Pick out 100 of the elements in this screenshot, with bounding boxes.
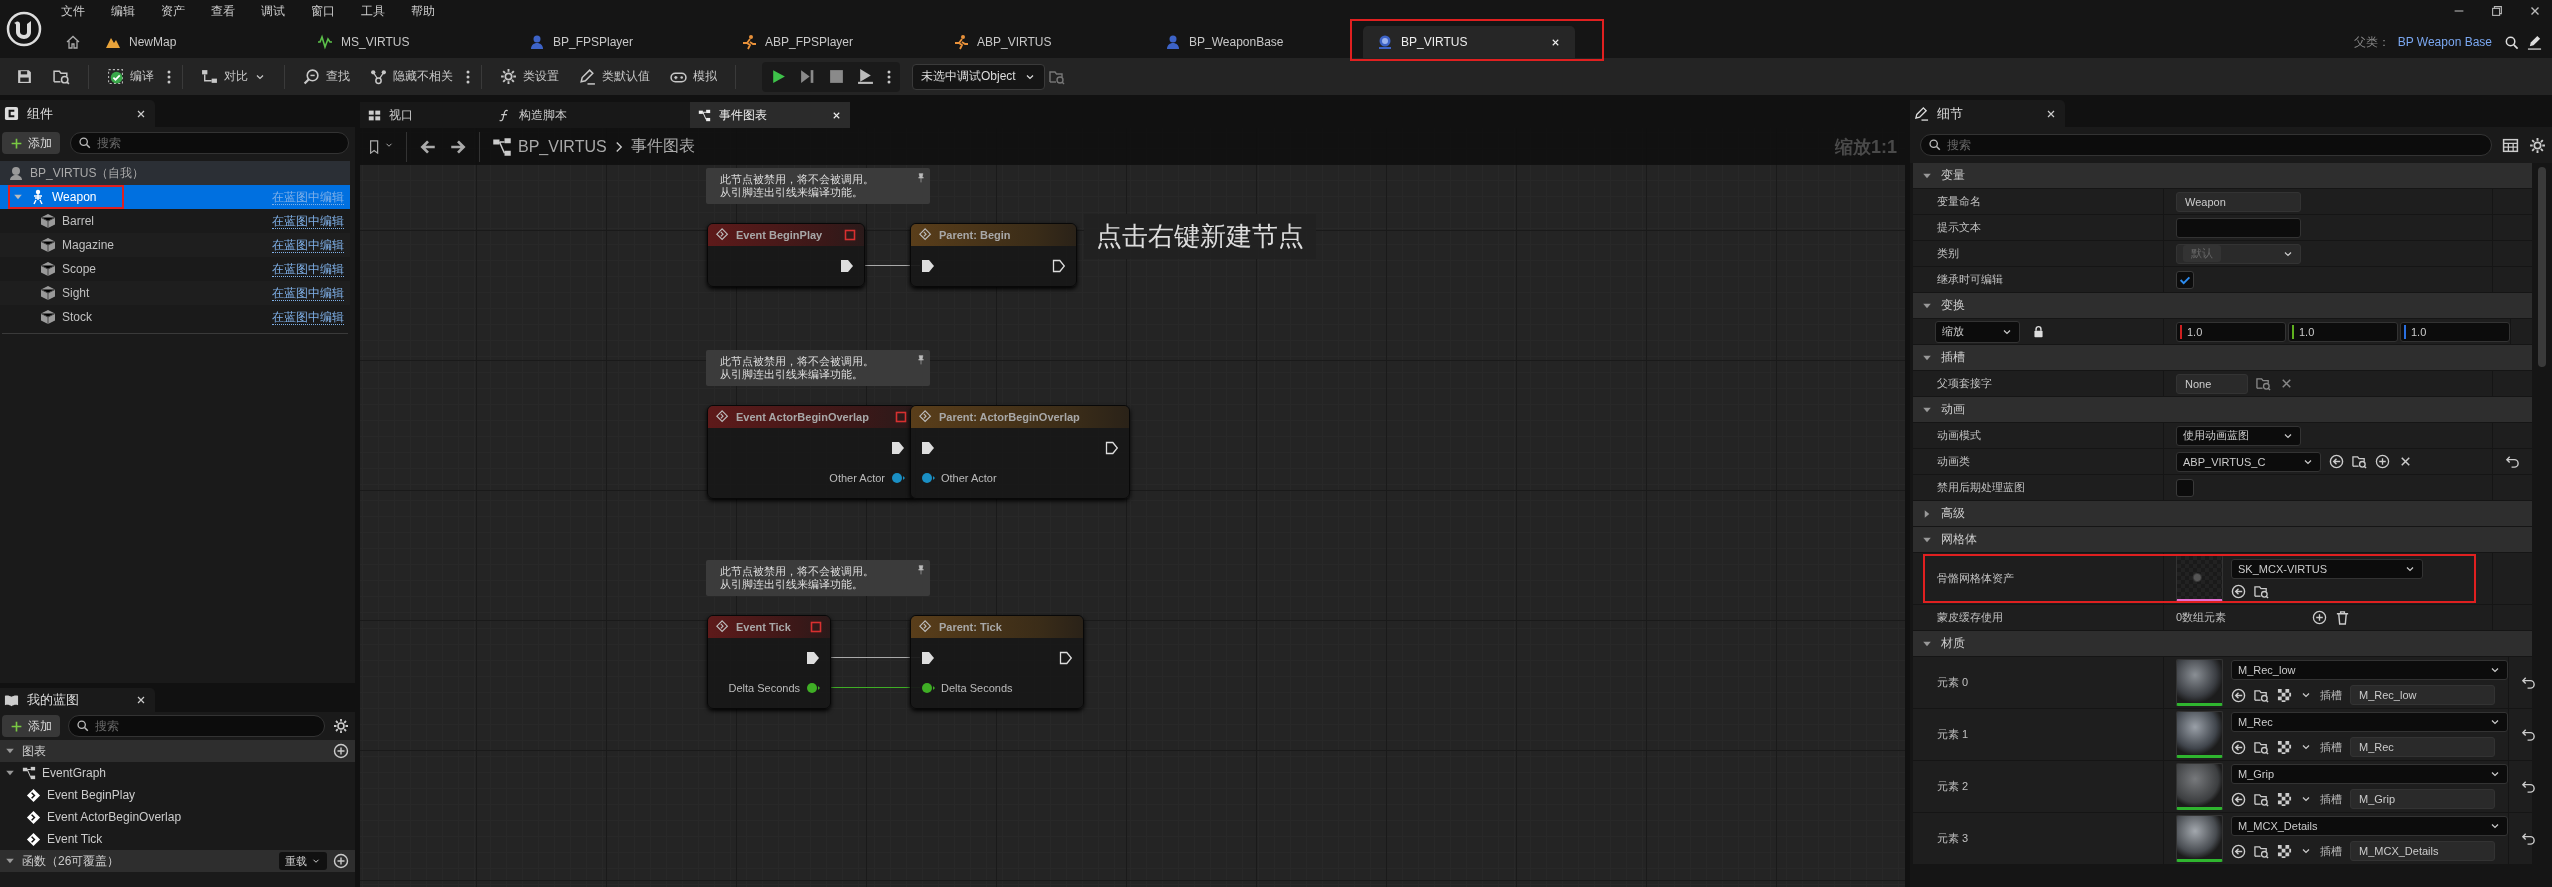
section-header[interactable]: 图表 (0, 740, 355, 762)
exec-pin-icon[interactable] (921, 651, 935, 665)
section-header[interactable]: 高级 (1913, 501, 2532, 527)
reset-icon[interactable] (2521, 727, 2536, 742)
tree-item[interactable]: Event Tick (0, 828, 355, 850)
link[interactable]: 在蓝图中编辑 (272, 285, 344, 301)
use-selected-icon[interactable] (2231, 843, 2246, 859)
add-icon[interactable] (2375, 454, 2390, 469)
logo-icon[interactable] (6, 11, 42, 47)
stop-button[interactable] (828, 68, 845, 85)
document-tab[interactable]: MS_VIRTUS (303, 26, 515, 58)
exec-pin-icon[interactable] (1052, 259, 1066, 273)
clear-icon[interactable] (2398, 454, 2413, 469)
data-pin-icon[interactable] (921, 471, 935, 485)
use-selected-icon[interactable] (2231, 739, 2246, 755)
panel-tab[interactable]: 组件 (0, 100, 155, 127)
number-field[interactable]: 1.0 (2400, 321, 2510, 342)
diff-button[interactable]: 对比 (193, 62, 274, 91)
number-field[interactable]: 1.0 (2288, 321, 2398, 342)
section-header[interactable]: 变换 (1913, 293, 2532, 319)
add-icon[interactable] (333, 853, 349, 869)
document-tab[interactable]: BP_WeaponBase (1151, 26, 1363, 58)
use-selected-icon[interactable] (2231, 791, 2246, 807)
dropdown[interactable]: SK_MCX-VIRTUS (2231, 558, 2423, 579)
more-icon[interactable] (465, 68, 471, 85)
add-icon[interactable] (333, 743, 349, 759)
dropdown[interactable]: ABP_VIRTUS_C (2176, 451, 2321, 472)
menu-item[interactable]: 工具 (348, 2, 398, 20)
parent-node[interactable]: Parent: ActorBeginOverlap Other Actor (910, 405, 1130, 499)
reset-icon[interactable] (2505, 454, 2520, 469)
folder-search-icon[interactable] (2254, 739, 2269, 755)
debug-object-dropdown[interactable]: 未选中调试Object (912, 63, 1045, 90)
text-field[interactable]: None (2176, 373, 2248, 394)
defaults-button[interactable]: 类默认值 (571, 62, 658, 91)
tree-item[interactable]: EventGraph (0, 762, 355, 784)
text-field[interactable]: M_Rec_low (2350, 685, 2495, 705)
text-field[interactable]: M_Grip (2350, 789, 2495, 809)
eject-button[interactable] (857, 68, 874, 85)
editor-tab[interactable]: 构造脚本 (490, 102, 690, 128)
folder-search-icon[interactable] (2256, 376, 2271, 391)
dropdown[interactable]: M_MCX_Details (2231, 816, 2508, 836)
data-pin-icon[interactable] (891, 471, 905, 485)
text-field[interactable]: M_Rec (2350, 737, 2495, 757)
reset-icon[interactable] (2521, 675, 2536, 690)
document-tab[interactable]: BP_VIRTUS (1363, 26, 1575, 58)
panel-tab[interactable]: 细节 (1910, 100, 2065, 127)
breadcrumb-item[interactable]: BP_VIRTUS (518, 137, 607, 156)
reset-icon[interactable] (2521, 779, 2536, 794)
checkbox[interactable] (2176, 270, 2194, 289)
document-tab[interactable]: NewMap (91, 26, 303, 58)
link[interactable]: 在蓝图中编辑 (272, 309, 344, 325)
add-button[interactable]: 添加 (2, 132, 60, 154)
close-icon[interactable] (135, 694, 147, 706)
settings-icon[interactable] (333, 718, 349, 734)
event-node[interactable]: Event Tick Delta Seconds (707, 615, 831, 709)
tree-item[interactable]: Event BeginPlay (0, 784, 355, 806)
tree-item[interactable]: Stock 在蓝图中编辑 (0, 305, 350, 329)
number-field[interactable]: 1.0 (2176, 321, 2286, 342)
section-header[interactable]: 材质 (1913, 631, 2532, 657)
tree-item[interactable]: Barrel 在蓝图中编辑 (0, 209, 350, 233)
menu-item[interactable]: 窗口 (298, 2, 348, 20)
link[interactable]: 在蓝图中编辑 (272, 261, 344, 277)
table-icon[interactable] (2502, 136, 2519, 154)
folder-search-icon[interactable] (2254, 791, 2269, 807)
dropdown[interactable]: M_Rec_low (2231, 660, 2508, 680)
tree-item[interactable]: Magazine 在蓝图中编辑 (0, 233, 350, 257)
text-field[interactable]: M_MCX_Details (2350, 841, 2495, 861)
compile-button[interactable]: 编译 (99, 62, 162, 91)
document-tab[interactable]: ABP_VIRTUS (939, 26, 1151, 58)
hide-button[interactable]: 隐藏不相关 (362, 62, 461, 91)
section-header[interactable]: 变量 (1913, 163, 2532, 189)
restore-icon[interactable] (2490, 4, 2504, 18)
menu-item[interactable]: 调试 (248, 2, 298, 20)
settings-button[interactable]: 类设置 (492, 62, 567, 91)
settings-icon[interactable] (2529, 136, 2546, 154)
checker-icon[interactable] (2277, 687, 2292, 703)
home-icon[interactable] (65, 34, 81, 50)
checker-icon[interactable] (2277, 843, 2292, 859)
section-header[interactable]: 动画 (1913, 397, 2532, 423)
search-field[interactable]: 搜索 (70, 132, 349, 154)
folder-search-icon[interactable] (2352, 454, 2367, 469)
folder-search-icon[interactable] (2254, 583, 2269, 599)
override-dropdown[interactable]: 重载 (279, 852, 327, 870)
menu-item[interactable]: 文件 (48, 2, 98, 20)
section-header[interactable]: 网格体 (1913, 527, 2532, 553)
text-field[interactable] (2176, 217, 2301, 238)
parent-node[interactable]: Parent: Tick Delta Seconds (910, 615, 1084, 709)
document-tab[interactable]: BP_FPSPlayer (515, 26, 727, 58)
pin-icon[interactable] (916, 564, 926, 576)
menu-item[interactable]: 查看 (198, 2, 248, 20)
exec-pin-icon[interactable] (921, 259, 935, 273)
dropdown[interactable]: M_Rec (2231, 712, 2508, 732)
pin-icon[interactable] (916, 354, 926, 366)
document-tab[interactable]: ABP_FPSPlayer (727, 26, 939, 58)
parent-class-link[interactable]: BP Weapon Base (2397, 35, 2492, 49)
exec-pin-icon[interactable] (921, 441, 935, 455)
checker-icon[interactable] (2277, 791, 2292, 807)
search-field[interactable]: 搜索 (68, 715, 325, 737)
checker-icon[interactable] (2277, 739, 2292, 755)
tree-item[interactable]: Sight 在蓝图中编辑 (0, 281, 350, 305)
